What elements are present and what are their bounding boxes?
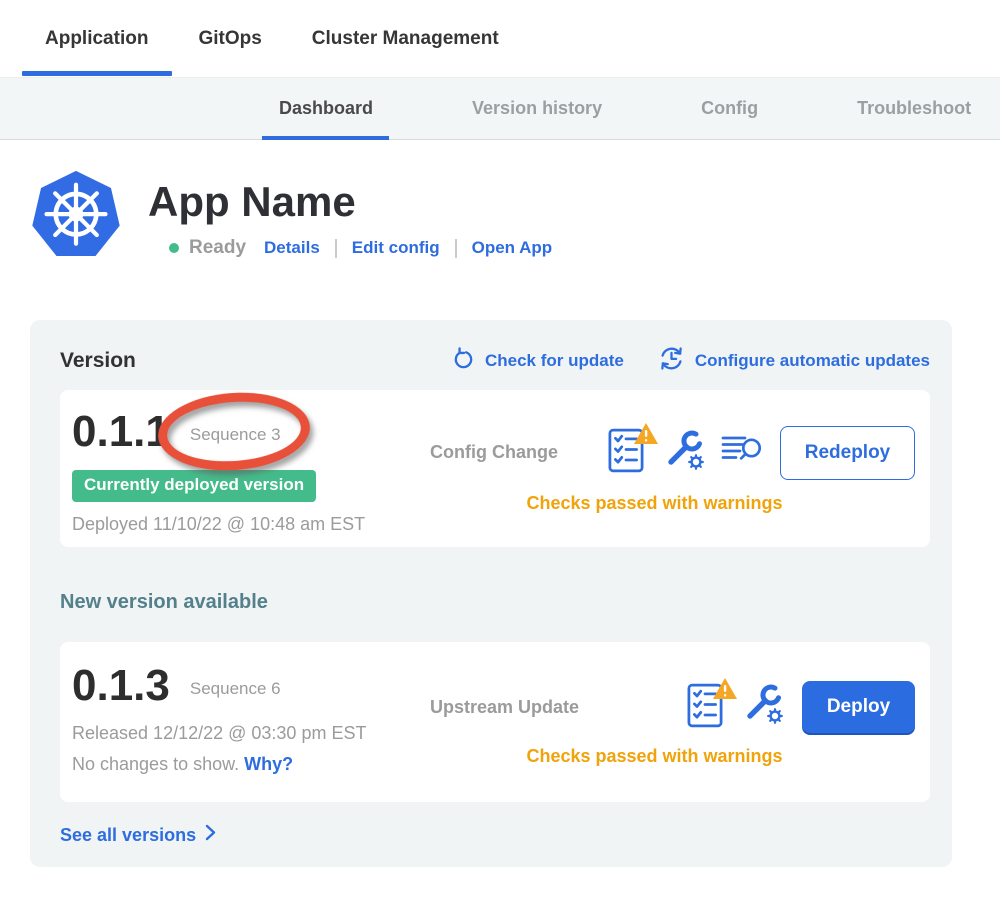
new-version-row: 0.1.3 Sequence 6 Released 12/12/22 @ 03:… (60, 642, 930, 802)
new-version-sequence: Sequence 6 (190, 673, 281, 699)
why-link[interactable]: Why? (244, 754, 293, 774)
current-version-number: 0.1.1 (72, 410, 170, 454)
warning-triangle-icon (712, 677, 738, 705)
check-for-update-link[interactable]: Check for update (452, 347, 624, 375)
deploy-button[interactable]: Deploy (802, 681, 915, 733)
edit-config-wrench-icon[interactable] (744, 682, 785, 732)
edit-config-link[interactable]: Edit config (352, 238, 440, 258)
warning-triangle-icon (633, 422, 659, 450)
no-changes-text: No changes to show. (72, 754, 239, 774)
tab-config[interactable]: Config (701, 78, 758, 139)
new-version-source: Upstream Update (430, 697, 579, 718)
current-version-checks-status: Checks passed with warnings (430, 493, 915, 514)
deployed-timestamp: Deployed 11/10/22 @ 10:48 am EST (72, 514, 422, 535)
tab-cluster-management[interactable]: Cluster Management (312, 0, 499, 77)
version-section: Version Check for update (30, 320, 952, 867)
tab-version-history[interactable]: Version history (472, 78, 602, 139)
new-version-number: 0.1.3 (72, 664, 170, 708)
divider (335, 239, 337, 258)
edit-config-wrench-icon[interactable] (665, 428, 706, 478)
status-dot-icon (169, 243, 179, 253)
details-link[interactable]: Details (264, 238, 320, 258)
status-badge: Ready (189, 237, 246, 259)
kubernetes-logo-icon (30, 167, 122, 265)
preflight-checks-icon[interactable] (687, 683, 729, 732)
released-timestamp: Released 12/12/22 @ 03:30 pm EST (72, 723, 422, 744)
page-title: App Name (148, 180, 552, 224)
redeploy-button[interactable]: Redeploy (780, 426, 915, 480)
configure-automatic-updates-link[interactable]: Configure automatic updates (658, 345, 930, 377)
current-version-sequence: Sequence 3 (190, 419, 281, 445)
preflight-checks-icon[interactable] (608, 428, 650, 477)
divider (455, 239, 457, 258)
tab-troubleshoot[interactable]: Troubleshoot (857, 78, 971, 139)
tab-gitops[interactable]: GitOps (198, 0, 261, 77)
new-version-available-heading: New version available (60, 591, 930, 614)
chevron-right-icon (205, 824, 216, 846)
version-section-title: Version (60, 349, 136, 373)
refresh-icon (452, 347, 475, 375)
auto-update-clock-icon (658, 345, 685, 377)
primary-nav: Application GitOps Cluster Management (0, 0, 1000, 77)
app-status-row: Ready Details Edit config Open App (148, 237, 552, 259)
tab-dashboard[interactable]: Dashboard (279, 78, 373, 139)
open-app-link[interactable]: Open App (472, 238, 553, 258)
current-version-row: 0.1.1 Sequence 3 Currently deployed vers… (60, 390, 930, 547)
new-version-checks-status: Checks passed with warnings (430, 746, 915, 767)
current-version-source: Config Change (430, 442, 558, 463)
tab-application[interactable]: Application (45, 0, 148, 77)
app-sub-nav: Dashboard Version history Config Trouble… (0, 77, 1000, 140)
see-all-versions-link[interactable]: See all versions (60, 824, 930, 846)
currently-deployed-badge: Currently deployed version (72, 470, 316, 502)
app-header: App Name Ready Details Edit config Open … (30, 167, 1000, 265)
view-diff-icon[interactable] (721, 431, 763, 474)
